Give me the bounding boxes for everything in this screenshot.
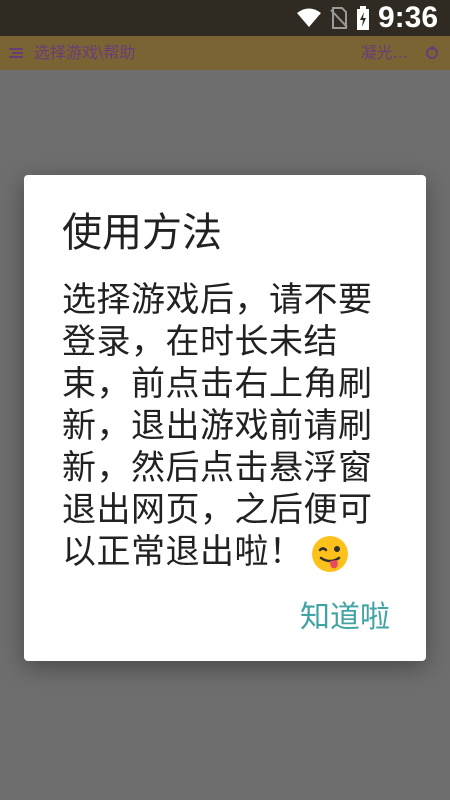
dialog-title: 使用方法: [62, 210, 222, 256]
winking-tongue-face-icon: [311, 535, 348, 572]
confirm-button[interactable]: 知道啦: [300, 597, 390, 639]
usage-dialog: 使用方法 选择游戏后，请不要登录，在时长未结束，前点击右上角刷新，退出游戏前请刷…: [24, 175, 426, 661]
app-bar: 选择游戏\帮助 凝光...: [0, 36, 450, 70]
battery-charging-icon: [356, 6, 369, 30]
app-bar-right-text[interactable]: 凝光...: [361, 36, 408, 70]
refresh-icon[interactable]: [424, 45, 440, 61]
menu-icon[interactable]: [8, 45, 24, 61]
status-time: 9:36: [377, 1, 438, 34]
dialog-message-text: 选择游戏后，请不要登录，在时长未结束，前点击右上角刷新，退出游戏前请刷新，然后点…: [62, 280, 373, 572]
status-icons: 9:36: [296, 0, 438, 36]
wifi-icon: [296, 8, 321, 27]
status-bar: 9:36: [0, 0, 450, 36]
dialog-message: 选择游戏后，请不要登录，在时长未结束，前点击右上角刷新，退出游戏前请刷新，然后点…: [62, 279, 392, 574]
app-title: 选择游戏\帮助: [34, 43, 136, 62]
no-sim-icon: [330, 7, 348, 29]
